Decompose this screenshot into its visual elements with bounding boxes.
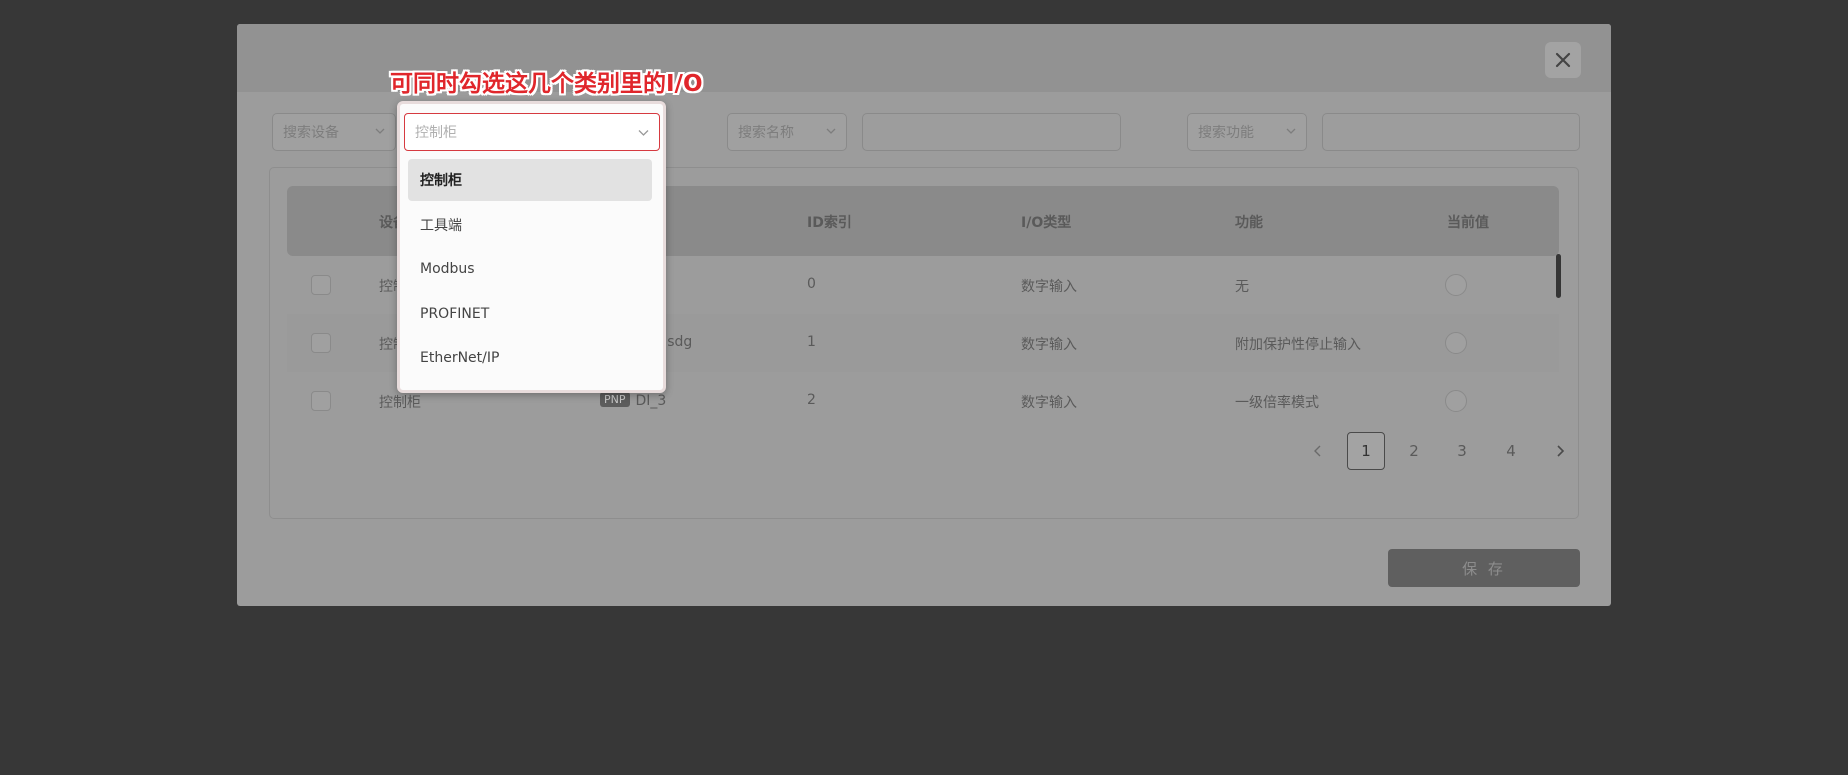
close-icon [1555,52,1571,68]
page-button-3[interactable]: 3 [1443,432,1481,470]
row-io-type: 数字输入 [1021,395,1077,411]
row-name-cell: PNP DI_3 [600,392,666,409]
chevron-down-icon [638,130,649,136]
row-current-value-indicator [1445,274,1467,296]
row-device: 控制柜 [379,395,421,411]
header-io-type: I/O类型 [1021,215,1072,231]
save-button[interactable]: 保 存 [1388,549,1580,587]
page-button-4[interactable]: 4 [1492,432,1530,470]
name-filter-select[interactable]: 搜索名称 [727,113,847,151]
function-filter-placeholder: 搜索功能 [1198,125,1254,141]
row-current-value-indicator [1445,332,1467,354]
category-select[interactable]: 控制柜 [404,113,660,151]
row-function: 附加保护性停止输入 [1235,337,1361,353]
option-modbus[interactable]: Modbus [408,248,652,290]
row-id: 1 [807,334,816,350]
header-current-value: 当前值 [1447,215,1489,231]
row-function: 无 [1235,279,1249,295]
row-io-type: 数字输入 [1021,337,1077,353]
function-search-input[interactable] [1322,113,1580,151]
row-checkbox[interactable] [311,391,331,411]
next-page-button[interactable] [1541,432,1579,470]
chevron-down-icon [826,128,836,134]
name-filter-placeholder: 搜索名称 [738,125,794,141]
row-io-type: 数字输入 [1021,279,1077,295]
table-scrollbar[interactable] [1556,254,1561,298]
row-checkbox[interactable] [311,275,331,295]
option-ethernet-ip[interactable]: EtherNet/IP [408,337,652,379]
function-filter-select[interactable]: 搜索功能 [1187,113,1307,151]
chevron-down-icon [1286,128,1296,134]
row-current-value-indicator [1445,390,1467,412]
close-button[interactable] [1545,42,1581,78]
row-function: 一级倍率模式 [1235,395,1319,411]
category-dropdown: 控制柜 控制柜 工具端 Modbus PROFINET EtherNet/IP [397,101,666,393]
option-control-cabinet[interactable]: 控制柜 [408,159,652,201]
chevron-left-icon [1314,445,1321,457]
row-name: DI_3 [635,393,667,409]
chevron-right-icon [1557,445,1565,457]
header-function: 功能 [1235,215,1263,231]
pnp-badge: PNP [600,392,630,407]
name-search-input[interactable] [862,113,1121,151]
chevron-down-icon [375,128,385,134]
header-id: ID索引 [807,215,852,231]
row-checkbox[interactable] [311,333,331,353]
prev-page-button[interactable] [1299,432,1337,470]
option-tool-end[interactable]: 工具端 [408,204,652,246]
annotation-callout: 可同时勾选这几个类别里的I/O [390,71,703,97]
page-button-2[interactable]: 2 [1395,432,1433,470]
row-id: 0 [807,276,816,292]
device-filter-placeholder: 搜索设备 [283,125,339,141]
page-button-1[interactable]: 1 [1347,432,1385,470]
row-id: 2 [807,392,816,408]
option-profinet[interactable]: PROFINET [408,293,652,335]
device-filter-select[interactable]: 搜索设备 [272,113,396,151]
category-select-placeholder: 控制柜 [415,125,457,141]
